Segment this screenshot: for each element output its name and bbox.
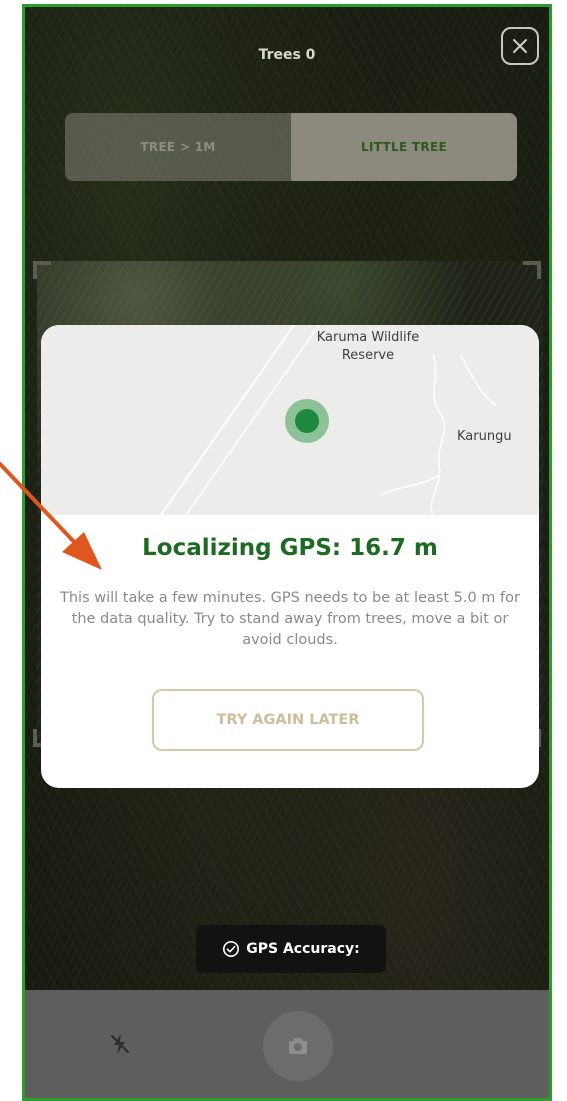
map-label-town: Karungu xyxy=(457,429,512,444)
gps-accuracy-badge: GPS Accuracy: xyxy=(196,925,386,973)
phone-screen: Trees 0 TREE > 1M LITTLE TREE Karuma Wil… xyxy=(22,4,552,1101)
try-again-later-button[interactable]: TRY AGAIN LATER xyxy=(152,689,424,751)
dialog-body-text: This will take a few minutes. GPS needs … xyxy=(60,590,520,648)
camera-icon xyxy=(289,1038,307,1054)
tree-type-tabs: TREE > 1M LITTLE TREE xyxy=(65,113,517,181)
dialog-heading: Localizing GPS: 16.7 m xyxy=(142,535,438,561)
shutter-button[interactable] xyxy=(263,1011,333,1081)
gps-accuracy-label: GPS Accuracy: xyxy=(246,941,360,957)
map-preview: Karuma Wildlife Reserve Karungu xyxy=(41,325,539,515)
gps-localizing-dialog: Karuma Wildlife Reserve Karungu Localizi… xyxy=(41,325,539,788)
tab-tree-over-1m[interactable]: TREE > 1M xyxy=(65,113,291,181)
location-dot-icon xyxy=(295,409,319,433)
page-title: Trees 0 xyxy=(258,47,316,63)
map-label-reserve: Karuma Wildlife Reserve xyxy=(316,330,420,363)
flash-off-icon[interactable] xyxy=(107,1031,133,1057)
close-icon xyxy=(513,39,527,53)
close-button[interactable] xyxy=(501,27,539,65)
tab-little-tree[interactable]: LITTLE TREE xyxy=(291,113,517,181)
check-circle-icon xyxy=(223,940,240,958)
